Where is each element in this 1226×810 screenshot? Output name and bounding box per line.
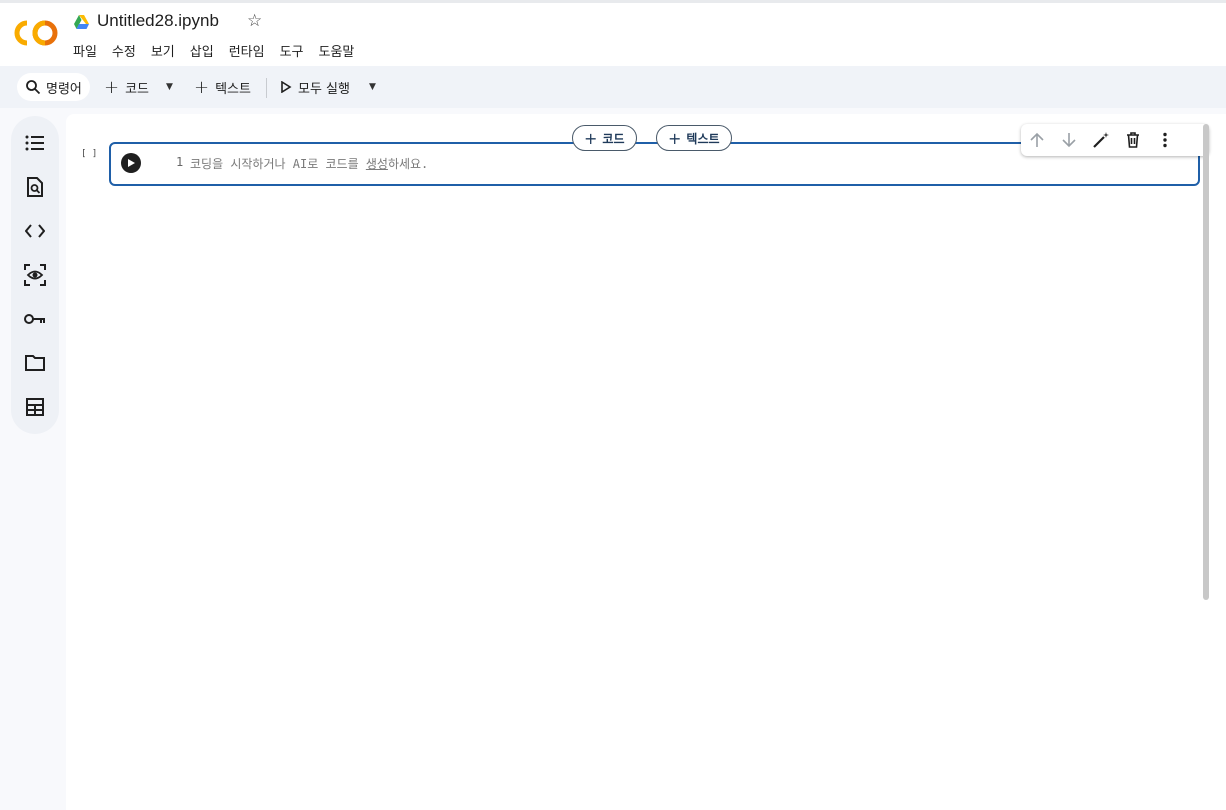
cell-toolbar [1021, 124, 1209, 156]
colab-logo[interactable] [14, 20, 58, 46]
command-palette-button[interactable]: 명령어 [17, 73, 90, 101]
menu-tools[interactable]: 도구 [280, 41, 304, 60]
plus-icon: + [104, 76, 120, 98]
insert-code-pill[interactable]: + 코드 [572, 125, 637, 151]
table-of-contents-icon[interactable] [24, 132, 46, 154]
menu-runtime[interactable]: 런타임 [229, 41, 265, 60]
menu-view[interactable]: 보기 [151, 41, 175, 60]
plus-icon: + [194, 76, 210, 98]
run-all-label: 모두 실행 [298, 81, 350, 97]
cell-placeholder[interactable]: 코딩을 시작하거나 AI로 코드를 생성하세요. [190, 155, 428, 172]
toolbar: 명령어 + 코드 ▼ + 텍스트 모두 실행 ▼ [0, 66, 1226, 108]
add-code-label: 코드 [125, 81, 150, 97]
execution-count: [ ] [81, 149, 98, 159]
play-icon [128, 159, 135, 167]
menu-bar: 파일 수정 보기 삽입 런타임 도구 도움말 [73, 41, 369, 60]
insert-code-label: 코드 [602, 131, 625, 146]
more-options-icon[interactable] [1154, 129, 1176, 151]
run-all-dropdown[interactable]: ▼ [369, 73, 376, 101]
line-number: 1 [176, 155, 184, 169]
files-folder-icon[interactable] [24, 352, 46, 374]
placeholder-start: 코딩을 시작하거나 AI로 코드를 [190, 157, 366, 171]
add-code-button[interactable]: + 코드 [104, 73, 149, 101]
secrets-key-icon[interactable] [24, 308, 46, 330]
add-text-label: 텍스트 [215, 81, 251, 97]
insert-text-pill[interactable]: + 텍스트 [656, 125, 732, 151]
placeholder-end: 하세요. [387, 157, 429, 171]
toolbar-divider [266, 78, 267, 98]
caret-down-icon: ▼ [166, 82, 173, 92]
plus-icon: + [584, 128, 598, 148]
variables-icon[interactable] [24, 264, 46, 286]
run-all-button[interactable]: 모두 실행 [280, 73, 350, 101]
magic-wand-icon[interactable] [1090, 129, 1112, 151]
search-icon [26, 80, 41, 95]
find-replace-icon[interactable] [24, 176, 46, 198]
menu-edit[interactable]: 수정 [112, 41, 136, 60]
delete-icon[interactable] [1122, 129, 1144, 151]
caret-down-icon: ▼ [369, 82, 376, 92]
notebook-area [66, 114, 1226, 810]
notebook-title[interactable]: Untitled28.ipynb [97, 11, 219, 31]
move-down-icon[interactable] [1058, 129, 1080, 151]
google-drive-icon[interactable] [73, 14, 90, 30]
star-icon[interactable]: ☆ [247, 11, 262, 31]
command-label: 명령어 [46, 81, 82, 97]
left-sidebar [11, 116, 59, 434]
code-snippets-icon[interactable] [24, 220, 46, 242]
generate-link[interactable]: 생성 [366, 157, 388, 171]
data-table-icon[interactable] [24, 396, 46, 418]
menu-help[interactable]: 도움말 [319, 41, 355, 60]
add-code-dropdown[interactable]: ▼ [166, 73, 173, 101]
vertical-scrollbar[interactable] [1203, 124, 1209, 600]
plus-icon: + [668, 128, 682, 148]
play-outline-icon [281, 81, 292, 93]
insert-text-label: 텍스트 [686, 131, 720, 146]
move-up-icon[interactable] [1026, 129, 1048, 151]
menu-insert[interactable]: 삽입 [190, 41, 214, 60]
add-text-button[interactable]: + 텍스트 [194, 73, 251, 101]
run-cell-button[interactable] [121, 153, 141, 173]
menu-file[interactable]: 파일 [73, 41, 97, 60]
